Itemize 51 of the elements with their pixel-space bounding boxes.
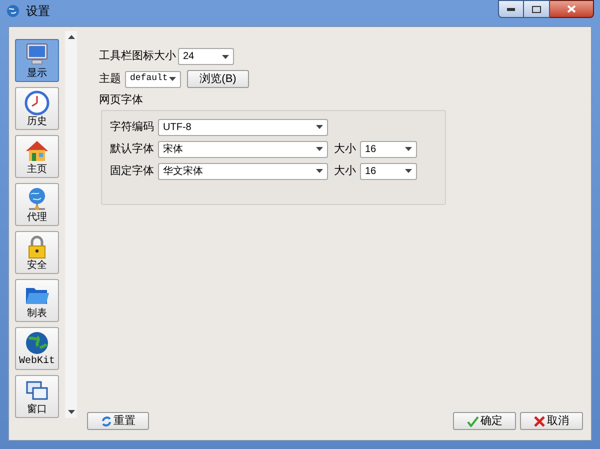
caret-icon [405,147,412,151]
close-button[interactable] [550,0,594,18]
checkmark-icon [466,416,478,426]
caret-icon [316,147,323,151]
dropdown[interactable]: 宋体 [158,140,328,158]
caret-icon [222,54,229,58]
reset-button[interactable]: 重置 [87,412,149,430]
cross-icon [534,416,545,426]
refresh-icon [100,416,112,426]
field-label: 默认字体 [110,142,154,157]
sidebar-item[interactable]: 代理 [15,183,59,226]
sidebar-item[interactable]: 显示 [15,39,59,82]
app-globe-icon [6,4,20,18]
globe-icon [24,330,50,356]
minimize-button[interactable] [498,0,524,18]
maximize-icon [532,6,541,12]
caret-icon [316,169,323,173]
dropdown[interactable]: 华文宋体 [158,162,328,180]
scroll-up-icon [68,35,74,39]
minimize-icon [507,8,515,10]
field-label: 工具栏图标大小 [99,49,176,64]
sidebar-item[interactable]: 安全 [15,231,59,274]
cancel-button[interactable]: 取消 [520,412,583,430]
field-label: 字符编码 [110,120,154,135]
caret-icon [316,125,323,129]
browse-button[interactable]: 浏览(B) [187,70,249,88]
dropdown[interactable]: 24 [178,48,234,65]
maximize-button[interactable] [524,0,550,18]
sidebar-item[interactable]: 窗口 [15,375,59,418]
sidebar-item[interactable]: WebKit [15,327,59,370]
caret-icon [169,77,176,81]
clock-icon [24,90,50,116]
dropdown[interactable]: default [125,70,181,88]
field-label: 大小 [334,164,356,179]
group-title: 网页字体 [99,92,144,108]
sidebar-item[interactable]: 历史 [15,87,59,130]
close-icon [567,5,576,13]
ok-button[interactable]: 确定 [453,412,516,430]
dropdown[interactable]: UTF-8 [158,118,328,136]
field-label: 主题 [99,72,121,87]
window-title: 设置 [26,3,50,20]
sidebar-item[interactable]: 主页 [15,135,59,178]
dropdown[interactable]: 16 [360,162,417,180]
monitor-icon [24,42,50,68]
scroll-down-icon [68,410,74,414]
scrollbar[interactable] [65,31,77,418]
field-label: 大小 [334,142,356,157]
dropdown[interactable]: 16 [360,140,417,158]
caret-icon [405,169,412,173]
field-label: 固定字体 [110,164,154,179]
sidebar-item[interactable]: 制表 [15,279,59,322]
